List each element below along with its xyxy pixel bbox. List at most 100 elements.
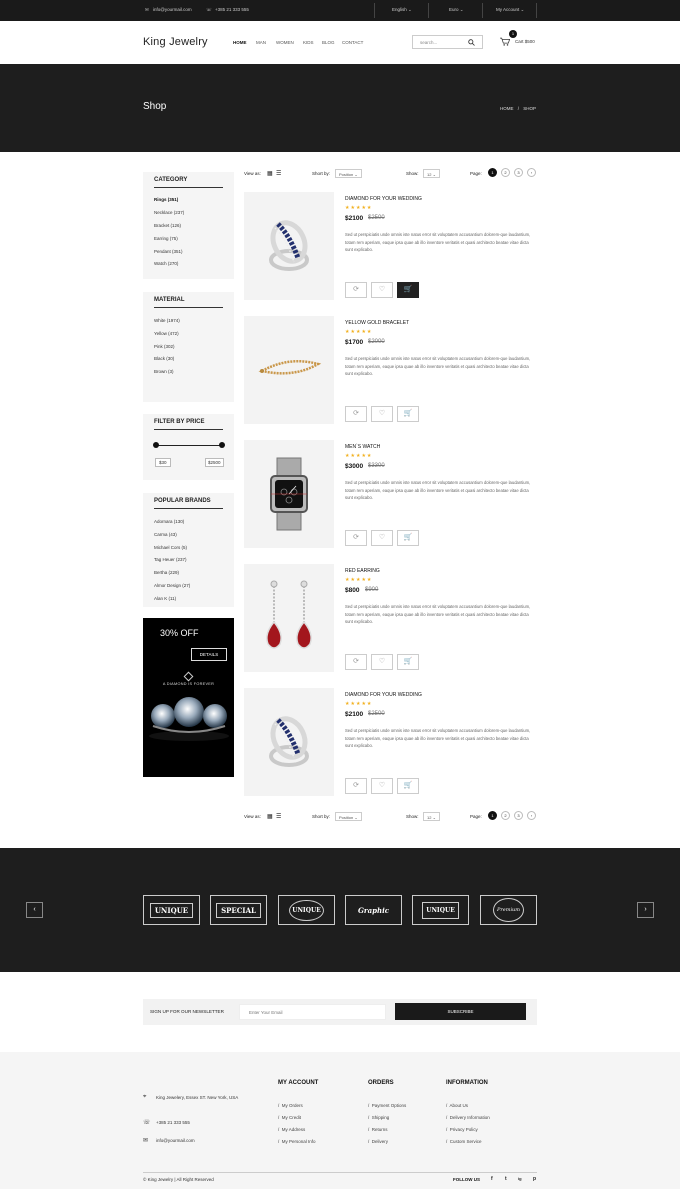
product-image[interactable] xyxy=(244,440,334,548)
promo-banner[interactable]: 30% OFF DETAILS A DIAMOND IS FOREVER xyxy=(143,618,234,777)
page-3-button[interactable]: 3 xyxy=(514,811,523,820)
grid-view-icon[interactable]: ▦ xyxy=(267,813,273,820)
wishlist-heart-icon[interactable]: ♡ xyxy=(371,654,393,670)
twitter-icon[interactable]: t xyxy=(505,1176,507,1182)
footer-link[interactable]: / Returns xyxy=(368,1127,388,1132)
wishlist-heart-icon[interactable]: ♡ xyxy=(371,282,393,298)
brand-logo[interactable]: UNIQUE xyxy=(278,895,335,925)
footer-link[interactable]: / About Us xyxy=(446,1103,468,1108)
sort-select[interactable]: Position ⌄ xyxy=(335,812,362,821)
brand-logo[interactable]: UNIQUE xyxy=(412,895,469,925)
next-page-button[interactable]: › xyxy=(527,811,536,820)
footer-link[interactable]: / My Address xyxy=(278,1127,305,1132)
nav-contact[interactable]: CONTACT xyxy=(342,40,363,45)
brand-item[interactable]: Almor Design (27) xyxy=(154,583,190,588)
category-item[interactable]: Earring (75) xyxy=(154,236,178,241)
search-icon[interactable] xyxy=(468,39,475,46)
pinterest-icon[interactable]: p xyxy=(533,1176,536,1182)
brand-item[interactable]: Alan K (11) xyxy=(154,596,176,601)
wishlist-heart-icon[interactable]: ♡ xyxy=(371,406,393,422)
footer-link[interactable]: / Privacy Policy xyxy=(446,1127,478,1132)
top-email[interactable]: info@yourmail.com xyxy=(153,7,192,12)
add-to-cart-icon[interactable]: 🛒 xyxy=(397,530,419,546)
chevron-right-icon[interactable]: › xyxy=(637,902,654,918)
product-name[interactable]: DIAMOND FOR YOUR WEDDING xyxy=(345,196,422,202)
material-item[interactable]: Yellow (472) xyxy=(154,331,179,336)
category-item[interactable]: Necklace (237) xyxy=(154,210,184,215)
list-view-icon[interactable]: ☰ xyxy=(276,813,281,820)
category-item[interactable]: Watch (270) xyxy=(154,261,178,266)
page-1-button[interactable]: 1 xyxy=(488,168,497,177)
page-2-button[interactable]: 2 xyxy=(501,168,510,177)
product-image[interactable] xyxy=(244,564,334,672)
compare-icon[interactable]: ⟳ xyxy=(345,778,367,794)
material-item[interactable]: White (1974) xyxy=(154,318,180,323)
brand-logo[interactable]: UNIQUE xyxy=(143,895,200,925)
language-select[interactable]: English ⌄ xyxy=(392,7,412,13)
add-to-cart-icon[interactable]: 🛒 xyxy=(397,654,419,670)
footer-link[interactable]: / Delivery xyxy=(368,1139,388,1144)
price-slider-max-handle[interactable] xyxy=(219,442,225,448)
nav-home[interactable]: HOME xyxy=(233,40,247,45)
add-to-cart-icon[interactable]: 🛒 xyxy=(397,406,419,422)
show-select[interactable]: 12 ⌄ xyxy=(423,812,440,821)
brand-logo[interactable]: SPECIAL xyxy=(210,895,267,925)
nav-man[interactable]: MAN xyxy=(256,40,266,45)
product-name[interactable]: DIAMOND FOR YOUR WEDDING xyxy=(345,692,422,698)
next-page-button[interactable]: › xyxy=(527,168,536,177)
brand-logo[interactable]: Graphic xyxy=(345,895,402,925)
product-name[interactable]: MEN`S WATCH xyxy=(345,444,380,450)
currency-select[interactable]: Euro ⌄ xyxy=(449,7,464,13)
show-select[interactable]: 12 ⌄ xyxy=(423,169,440,178)
footer-link[interactable]: / My Personal Info xyxy=(278,1139,316,1144)
product-name[interactable]: RED EARRING xyxy=(345,568,380,574)
price-slider-min-handle[interactable] xyxy=(153,442,159,448)
newsletter-email-input[interactable]: Enter Your Email xyxy=(239,1004,386,1020)
brand-item[interactable]: Adornara (130) xyxy=(154,519,184,524)
material-item[interactable]: Brown (3) xyxy=(154,369,174,374)
price-min-value[interactable]: $30 xyxy=(155,458,171,467)
footer-link[interactable]: / Delivery Information xyxy=(446,1115,490,1120)
page-1-button[interactable]: 1 xyxy=(488,811,497,820)
brand-item[interactable]: Tag Heuer (237) xyxy=(154,557,187,562)
material-item[interactable]: Pink (302) xyxy=(154,344,175,349)
cart-icon[interactable] xyxy=(500,37,510,46)
list-view-icon[interactable]: ☰ xyxy=(276,170,281,177)
cart-total[interactable]: Cart $500 xyxy=(515,39,535,44)
account-select[interactable]: My Account ⌄ xyxy=(496,7,524,13)
promo-details-button[interactable]: DETAILS xyxy=(191,648,227,661)
nav-women[interactable]: WOMEN xyxy=(276,40,294,45)
page-2-button[interactable]: 2 xyxy=(501,811,510,820)
category-item[interactable]: Rings (351) xyxy=(154,197,178,202)
category-item[interactable]: Pendant (351) xyxy=(154,249,183,254)
material-item[interactable]: Black (30) xyxy=(154,356,174,361)
footer-link[interactable]: / My Orders xyxy=(278,1103,303,1108)
wishlist-heart-icon[interactable]: ♡ xyxy=(371,778,393,794)
footer-link[interactable]: / Payment Options xyxy=(368,1103,406,1108)
product-name[interactable]: YELLOW GOLD BRACELET xyxy=(345,320,409,326)
compare-icon[interactable]: ⟳ xyxy=(345,282,367,298)
sort-select[interactable]: Position ⌄ xyxy=(335,169,362,178)
add-to-cart-icon[interactable]: 🛒 xyxy=(397,282,419,298)
product-image[interactable] xyxy=(244,688,334,796)
instagram-icon[interactable]: ig xyxy=(518,1176,522,1181)
search-input[interactable]: search... xyxy=(412,35,483,49)
brand-item[interactable]: Carma (43) xyxy=(154,532,177,537)
compare-icon[interactable]: ⟳ xyxy=(345,406,367,422)
grid-view-icon[interactable]: ▦ xyxy=(267,170,273,177)
chevron-left-icon[interactable]: ‹ xyxy=(26,902,43,918)
nav-kids[interactable]: KIDS xyxy=(303,40,314,45)
footer-link[interactable]: / My Credit xyxy=(278,1115,301,1120)
footer-link[interactable]: / Shipping xyxy=(368,1115,389,1120)
subscribe-button[interactable]: SUBSCRIBE xyxy=(395,1003,526,1020)
category-item[interactable]: Bracket (126) xyxy=(154,223,181,228)
compare-icon[interactable]: ⟳ xyxy=(345,530,367,546)
brand-item[interactable]: Michael Cors (5) xyxy=(154,545,187,550)
page-3-button[interactable]: 3 xyxy=(514,168,523,177)
facebook-icon[interactable]: f xyxy=(491,1176,493,1182)
compare-icon[interactable]: ⟳ xyxy=(345,654,367,670)
price-max-value[interactable]: $2500 xyxy=(205,458,224,467)
product-image[interactable] xyxy=(244,192,334,300)
wishlist-heart-icon[interactable]: ♡ xyxy=(371,530,393,546)
nav-blog[interactable]: BLOG xyxy=(322,40,335,45)
